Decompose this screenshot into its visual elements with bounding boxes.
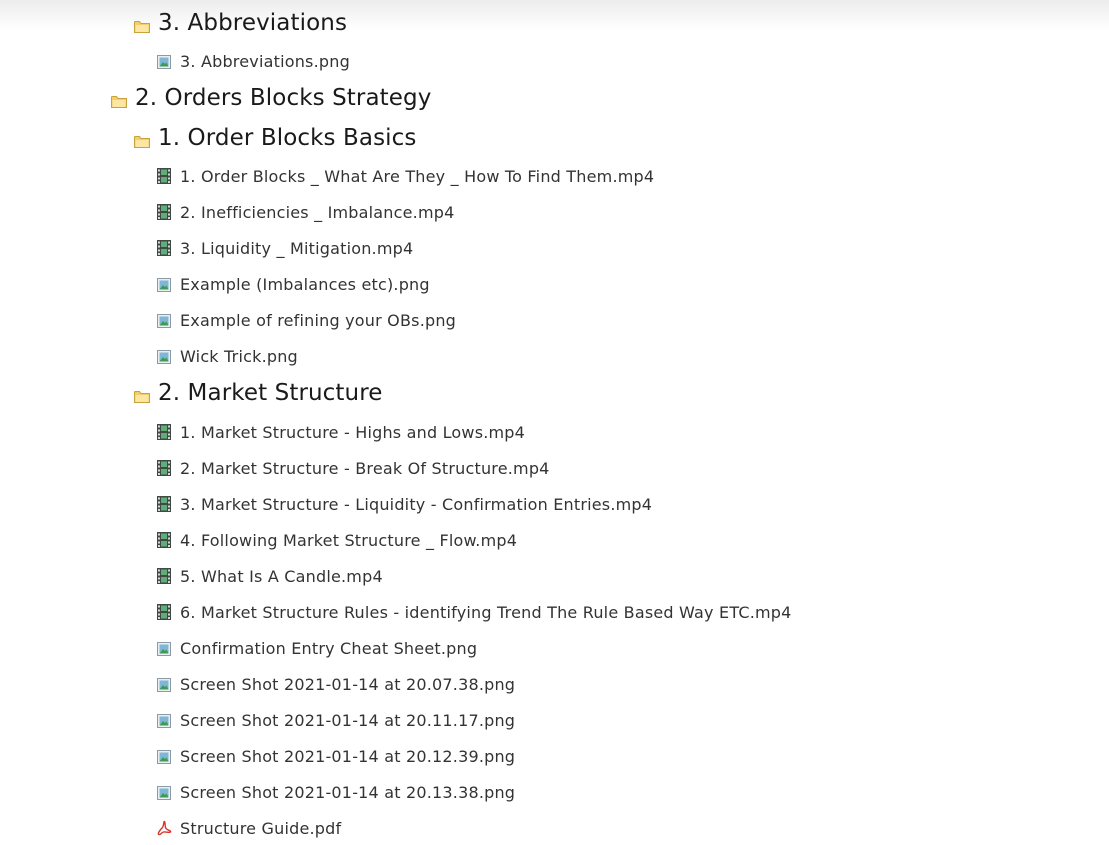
file-name: 2. Inefficiencies _ Imbalance.mp4 [180, 202, 455, 222]
film-icon [157, 424, 171, 440]
folder-name: 2. Market Structure [158, 380, 383, 406]
file-name: 3. Liquidity _ Mitigation.mp4 [180, 238, 414, 258]
image-file-icon [157, 349, 171, 364]
file-row[interactable]: Screen Shot 2021-01-14 at 20.13.38.png [157, 782, 515, 802]
file-row[interactable]: Confirmation Entry Cheat Sheet.png [157, 638, 477, 658]
folder-row[interactable]: 1. Order Blocks Basics [134, 123, 417, 153]
film-icon [157, 496, 171, 512]
file-row[interactable]: 4. Following Market Structure _ Flow.mp4 [157, 530, 517, 550]
image-file-icon [157, 713, 171, 728]
file-row[interactable]: 2. Inefficiencies _ Imbalance.mp4 [157, 202, 455, 222]
file-row[interactable]: 1. Order Blocks _ What Are They _ How To… [157, 166, 654, 186]
file-name: 4. Following Market Structure _ Flow.mp4 [180, 530, 518, 550]
file-row[interactable]: Structure Guide.pdf [156, 818, 341, 838]
file-name: Confirmation Entry Cheat Sheet.png [180, 638, 478, 658]
file-row[interactable]: Screen Shot 2021-01-14 at 20.11.17.png [157, 710, 515, 730]
file-name: Screen Shot 2021-01-14 at 20.07.38.png [180, 674, 516, 694]
folder-name: 2. Orders Blocks Strategy [135, 85, 432, 111]
file-row[interactable]: 2. Market Structure - Break Of Structure… [157, 458, 550, 478]
file-tree: 3. Abbreviations 3. Abbreviations.png 2.… [0, 0, 1109, 845]
file-row[interactable]: Example (Imbalances etc).png [157, 274, 430, 294]
file-name: 3. Abbreviations.png [180, 51, 350, 71]
file-name: Example (Imbalances etc).png [180, 274, 430, 294]
file-row[interactable]: 3. Liquidity _ Mitigation.mp4 [157, 238, 413, 258]
film-icon [157, 568, 171, 584]
folder-row[interactable]: 3. Abbreviations [134, 8, 347, 38]
file-row[interactable]: 3. Abbreviations.png [157, 51, 350, 71]
film-icon [157, 240, 171, 256]
image-file-icon [157, 749, 171, 764]
file-name: 6. Market Structure Rules - identifying … [180, 602, 792, 622]
file-row[interactable]: 3. Market Structure - Liquidity - Confir… [157, 494, 652, 514]
file-name: Screen Shot 2021-01-14 at 20.12.39.png [180, 746, 516, 766]
folder-icon [134, 388, 150, 403]
file-name: 1. Order Blocks _ What Are They _ How To… [180, 166, 655, 186]
folder-row[interactable]: 2. Orders Blocks Strategy [111, 83, 431, 113]
file-row[interactable]: 6. Market Structure Rules - identifying … [157, 602, 792, 622]
file-row[interactable]: Screen Shot 2021-01-14 at 20.07.38.png [157, 674, 515, 694]
file-name: 3. Market Structure - Liquidity - Confir… [180, 494, 653, 514]
film-icon [157, 168, 171, 184]
folder-name: 3. Abbreviations [158, 10, 348, 36]
file-name: Screen Shot 2021-01-14 at 20.13.38.png [180, 782, 516, 802]
file-row[interactable]: Example of refining your OBs.png [157, 310, 456, 330]
pdf-icon [156, 820, 172, 836]
file-name: Structure Guide.pdf [180, 818, 342, 838]
file-name: 2. Market Structure - Break Of Structure… [180, 458, 550, 478]
image-file-icon [157, 313, 171, 328]
image-file-icon [157, 641, 171, 656]
image-file-icon [157, 277, 171, 292]
film-icon [157, 532, 171, 548]
film-icon [157, 204, 171, 220]
image-file-icon [157, 785, 171, 800]
file-row[interactable]: 1. Market Structure - Highs and Lows.mp4 [157, 422, 525, 442]
file-row[interactable]: Wick Trick.png [157, 346, 298, 366]
file-name: Example of refining your OBs.png [180, 310, 457, 330]
folder-row[interactable]: 2. Market Structure [134, 378, 383, 408]
file-row[interactable]: 5. What Is A Candle.mp4 [157, 566, 383, 586]
image-file-icon [157, 54, 171, 69]
image-file-icon [157, 677, 171, 692]
folder-name: 1. Order Blocks Basics [158, 125, 417, 151]
file-name: 1. Market Structure - Highs and Lows.mp4 [180, 422, 526, 442]
file-name: Screen Shot 2021-01-14 at 20.11.17.png [180, 710, 516, 730]
file-row[interactable]: Screen Shot 2021-01-14 at 20.12.39.png [157, 746, 515, 766]
film-icon [157, 604, 171, 620]
film-icon [157, 460, 171, 476]
file-name: 5. What Is A Candle.mp4 [180, 566, 383, 586]
file-name: Wick Trick.png [180, 346, 298, 366]
folder-icon [111, 93, 127, 108]
folder-icon [134, 18, 150, 33]
folder-icon [134, 133, 150, 148]
